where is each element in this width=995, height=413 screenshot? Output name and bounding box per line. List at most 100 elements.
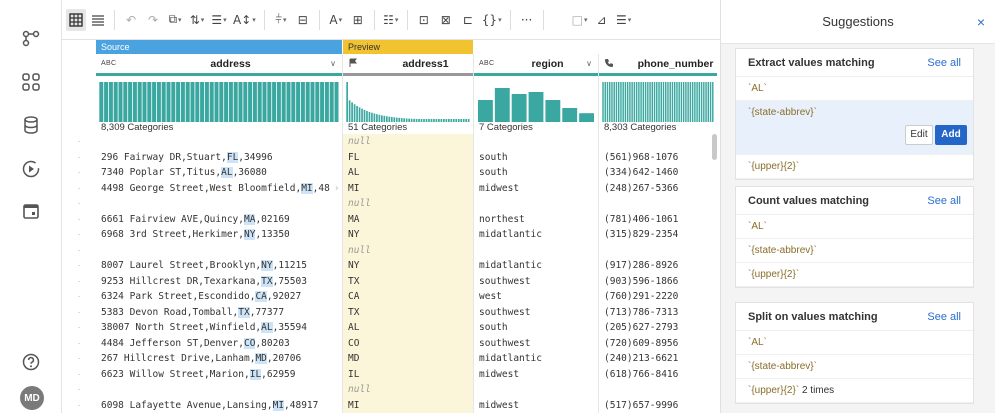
histogram-bar[interactable] [180, 82, 185, 122]
histogram-bar[interactable] [455, 119, 458, 122]
table-cell[interactable]: FL [343, 150, 473, 166]
histogram-bar[interactable] [118, 82, 123, 122]
table-cell[interactable]: 296 Fairway DR,Stuart,FL,34996 [96, 150, 342, 166]
table-cell[interactable]: midwest [474, 398, 598, 413]
table-cell[interactable]: (618)766-8416 [599, 367, 717, 383]
table-cell[interactable]: (713)786-7313 [599, 305, 717, 321]
histogram-bar[interactable] [310, 82, 315, 122]
split-column-icon[interactable]: ⫩ ▾ [271, 9, 291, 31]
histogram-bar[interactable] [276, 82, 281, 122]
histogram-bar[interactable] [147, 82, 152, 122]
add-button[interactable]: Add [935, 125, 967, 145]
table-cell[interactable]: MI [343, 398, 473, 413]
string-type-icon[interactable]: ABC [479, 60, 509, 67]
histogram-bar[interactable] [579, 113, 594, 122]
histogram-bar[interactable] [615, 82, 618, 122]
histogram-bar[interactable] [291, 82, 296, 122]
histogram-bar[interactable] [262, 82, 267, 122]
histogram-bar[interactable] [644, 82, 647, 122]
histogram-bar[interactable] [408, 118, 410, 122]
square-icon[interactable]: □ ▾ [570, 9, 590, 31]
histogram-bar[interactable] [626, 82, 629, 122]
table-cell[interactable]: MD [343, 351, 473, 367]
histogram-bar[interactable] [640, 82, 642, 122]
histogram-bar[interactable] [562, 108, 578, 122]
histogram-bar[interactable] [703, 82, 705, 122]
group-icon[interactable]: ⊠ [436, 9, 456, 31]
table-cell[interactable]: south [474, 165, 598, 181]
histogram-bar[interactable] [368, 111, 371, 122]
table-cell[interactable]: 4484 Jefferson ST,Denver,CO,80203 [96, 336, 342, 352]
histogram-bar[interactable] [381, 115, 383, 122]
histogram-bar[interactable] [233, 82, 238, 122]
table-cell[interactable]: 4498 George Street,West Bloomfield,MI,48… [96, 181, 342, 197]
table-cell[interactable]: CA [343, 289, 473, 305]
histogram-bar[interactable] [642, 82, 645, 122]
histogram-bar[interactable] [99, 82, 104, 122]
suggestion-item[interactable]: `{upper}{2}` [736, 155, 973, 179]
table-cell[interactable]: southwest [474, 305, 598, 321]
histogram-bar[interactable] [611, 82, 613, 122]
histogram-address[interactable] [99, 82, 339, 122]
histogram-bar[interactable] [358, 107, 361, 122]
histogram-bar[interactable] [460, 119, 463, 122]
close-icon[interactable]: × [977, 14, 985, 30]
table-cell[interactable]: 6098 Lafayette Avenue,Lansing,MI,48917 [96, 398, 342, 413]
redo-icon[interactable]: ↷ [143, 9, 163, 31]
grid-view-icon[interactable] [66, 8, 86, 31]
table-cell[interactable]: (781)406-1061 [599, 212, 717, 228]
histogram-bar[interactable] [609, 82, 611, 122]
histogram-bar[interactable] [305, 82, 310, 122]
table-cell[interactable] [474, 196, 598, 212]
string-type-icon[interactable]: ABC [101, 60, 131, 67]
table-cell[interactable] [96, 243, 342, 259]
histogram-bar[interactable] [709, 82, 712, 122]
histogram-bar[interactable] [631, 82, 633, 122]
see-all-link[interactable]: See all [927, 195, 961, 207]
histogram-bar[interactable] [415, 119, 418, 122]
histogram-bar[interactable] [320, 82, 325, 122]
table-cell[interactable]: south [474, 150, 598, 166]
table-cell[interactable]: midatlantic [474, 351, 598, 367]
histogram-bar[interactable] [366, 110, 368, 122]
histogram-bar[interactable] [176, 82, 181, 122]
table-cell[interactable]: CO [343, 336, 473, 352]
histogram-bar[interactable] [361, 108, 363, 122]
column-header-address1[interactable]: address1 [343, 54, 473, 76]
histogram-bar[interactable] [228, 82, 233, 122]
run-icon[interactable] [19, 157, 43, 181]
histogram-bar[interactable] [371, 112, 373, 122]
database-icon[interactable] [19, 113, 43, 137]
chevron-down-icon[interactable]: ∨ [330, 59, 336, 68]
table-cell[interactable]: null [343, 134, 473, 150]
histogram-bar[interactable] [705, 82, 707, 122]
suggestion-item[interactable]: `AL` [736, 331, 973, 355]
histogram-bar[interactable] [698, 82, 701, 122]
histogram-bar[interactable] [435, 119, 438, 122]
histogram-bar[interactable] [662, 82, 665, 122]
table-cell[interactable]: (315)829-2354 [599, 227, 717, 243]
table-cell[interactable]: null [343, 196, 473, 212]
histogram-bar[interactable] [687, 82, 689, 122]
histogram-bar[interactable] [248, 82, 253, 122]
histogram-bar[interactable] [108, 82, 113, 122]
font-format-icon[interactable]: A ▾ [326, 9, 346, 31]
table-cell[interactable]: (205)627-2793 [599, 320, 717, 336]
table-cell[interactable]: 6661 Fairview AVE,Quincy,MA,02169 [96, 212, 342, 228]
histogram-bar[interactable] [113, 82, 118, 122]
histogram-bar[interactable] [209, 82, 214, 122]
histogram-bar[interactable] [438, 119, 440, 122]
histogram-bar[interactable] [190, 82, 195, 122]
histogram-bar[interactable] [418, 119, 420, 122]
table-cell[interactable]: southwest [474, 274, 598, 290]
table-cell[interactable]: 6623 Willow Street,Marion,IL,62959 [96, 367, 342, 383]
table-cell[interactable]: (903)596-1866 [599, 274, 717, 290]
histogram-bar[interactable] [413, 118, 415, 122]
histogram-bar[interactable] [166, 82, 171, 122]
histogram-bar[interactable] [428, 119, 430, 122]
flow-icon[interactable] [19, 26, 43, 50]
histogram-bar[interactable] [128, 82, 133, 122]
apps-grid-icon[interactable] [19, 70, 43, 94]
histogram-bar[interactable] [685, 82, 687, 122]
sort-icon[interactable]: A↕ ▾ [231, 9, 258, 31]
